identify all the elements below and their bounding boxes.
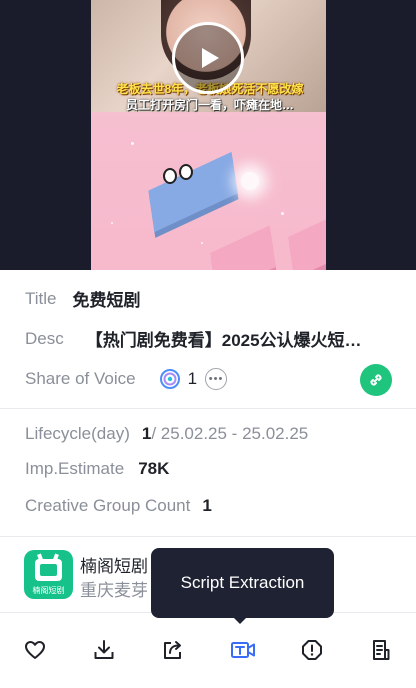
app-logo[interactable]: 楠阁短剧 [24,550,73,599]
divider [0,408,416,409]
play-icon [202,48,219,68]
sov-row: Share of Voice 1 ••• [25,368,228,390]
video-sparkle [281,212,284,215]
share-icon[interactable] [161,638,185,662]
video-block [210,225,276,270]
video-sparkle [241,172,259,190]
imp-label: Imp.Estimate [25,459,125,478]
title-row: Title 免费短剧 [25,286,141,311]
app-name[interactable]: 楠阁短剧 [80,552,148,577]
report-icon[interactable] [300,638,324,662]
voice-source-icon [159,369,180,389]
app-company: 重庆麦芽 [80,581,148,600]
more-icon[interactable]: ••• [205,368,228,390]
lifecycle-label: Lifecycle(day) [25,424,130,443]
cgc-row: Creative Group Count 1 [25,496,212,516]
tooltip-arrow [232,616,248,624]
cgc-value: 1 [202,496,212,515]
desc-label: Desc [25,328,64,348]
sov-label: Share of Voice [25,369,136,388]
video-block [148,151,238,233]
details-icon[interactable] [369,638,393,662]
video-sparkle [131,142,134,145]
download-icon[interactable] [92,638,116,662]
sov-value: 1 [187,369,198,388]
video-block [288,209,326,270]
desc-value[interactable]: 【热门剧免费看】2025公认爆火短… [86,326,362,351]
video-sparkle [111,222,113,224]
tooltip-text: Script Extraction [180,573,305,592]
play-button[interactable] [172,22,244,94]
video-sparkle [201,242,203,244]
app-logo-text: 楠阁短剧 [32,586,65,595]
imp-row: Imp.Estimate 78K [25,459,169,479]
lifecycle-range: / 25.02.25 - 25.02.25 [151,424,309,443]
video-caption-line2: 员工打开房门一看，吓瘫在地… [125,98,294,112]
video-eye [163,168,177,184]
title-label: Title [25,288,57,308]
script-extraction-tooltip: Script Extraction [151,548,334,618]
lifecycle-row: Lifecycle(day) 1 / 25.02.25 - 25.02.25 [25,424,308,444]
link-icon [370,374,382,386]
divider [0,536,416,537]
desc-row: Desc 【热门剧免费看】2025公认爆火短… [25,326,362,351]
link-button[interactable] [360,364,392,396]
cgc-label: Creative Group Count [25,496,191,515]
lifecycle-value: 1 [141,424,152,443]
video-eye [179,164,193,180]
video-scene-bottom [91,112,326,270]
script-extraction-icon[interactable] [230,638,256,662]
title-value: 免费短剧 [72,291,141,310]
video-preview[interactable]: 老板去世8年，老板娘死活不愿改嫁 员工打开房门一看，吓瘫在地… [0,0,416,270]
heart-icon[interactable] [23,638,47,662]
imp-value: 78K [138,459,170,478]
